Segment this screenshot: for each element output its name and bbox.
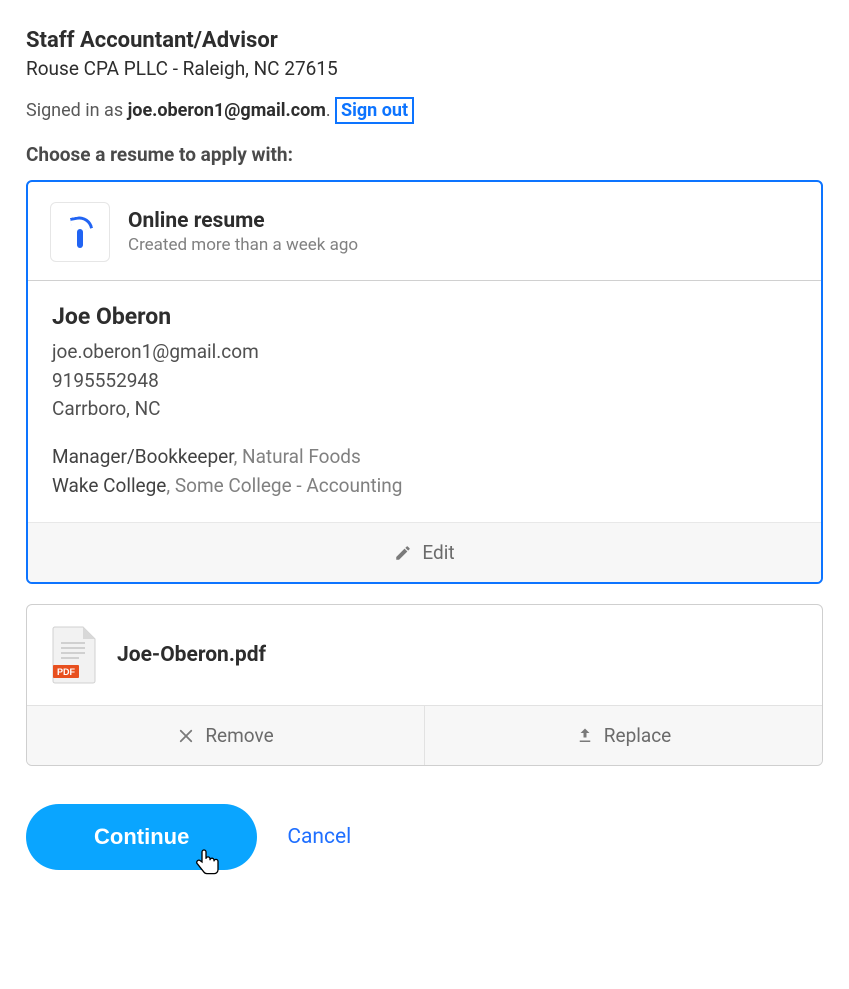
online-resume-card[interactable]: Online resume Created more than a week a… (26, 180, 823, 584)
signed-in-email: joe.oberon1@gmail.com (128, 100, 326, 121)
close-icon (177, 727, 195, 745)
resume-experience: Manager/Bookkeeper, Natural Foods (52, 442, 797, 471)
pdf-file-icon: PDF (49, 625, 99, 685)
button-row: Continue Cancel (26, 804, 823, 870)
edit-label: Edit (422, 541, 454, 564)
replace-label: Replace (604, 724, 671, 747)
job-title: Staff Accountant/Advisor (26, 28, 823, 53)
continue-button[interactable]: Continue (26, 804, 257, 870)
signed-in-line: Signed in as joe.oberon1@gmail.com. Sign… (26, 100, 823, 121)
indeed-icon (50, 202, 110, 262)
pencil-icon (394, 544, 412, 562)
remove-pdf-button[interactable]: Remove (27, 706, 425, 765)
edit-resume-button[interactable]: Edit (28, 522, 821, 582)
resume-person-name: Joe Oberon (52, 303, 797, 330)
pdf-actions: Remove Replace (27, 705, 822, 765)
online-resume-title: Online resume (128, 209, 799, 233)
remove-label: Remove (205, 724, 273, 747)
cursor-hand-icon (195, 848, 221, 878)
replace-pdf-button[interactable]: Replace (425, 706, 822, 765)
signed-in-period: . (326, 100, 335, 121)
resume-location: Carrboro, NC (52, 395, 797, 424)
resume-email: joe.oberon1@gmail.com (52, 338, 797, 367)
company-location: Rouse CPA PLLC - Raleigh, NC 27615 (26, 57, 823, 80)
resume-education: Wake College, Some College - Accounting (52, 471, 797, 500)
cancel-link[interactable]: Cancel (287, 825, 351, 849)
pdf-filename: Joe-Oberon.pdf (117, 643, 266, 667)
choose-resume-heading: Choose a resume to apply with: (26, 143, 823, 166)
online-resume-subtitle: Created more than a week ago (128, 235, 799, 255)
signed-in-prefix: Signed in as (26, 100, 128, 121)
upload-icon (576, 727, 594, 745)
pdf-header: PDF Joe-Oberon.pdf (27, 605, 822, 705)
sign-out-link[interactable]: Sign out (335, 97, 414, 124)
online-resume-header: Online resume Created more than a week a… (28, 182, 821, 281)
pdf-resume-card[interactable]: PDF Joe-Oberon.pdf Remove Replace (26, 604, 823, 766)
resume-details: Joe Oberon joe.oberon1@gmail.com 9195552… (28, 281, 821, 522)
resume-phone: 9195552948 (52, 367, 797, 396)
svg-text:PDF: PDF (57, 667, 76, 677)
